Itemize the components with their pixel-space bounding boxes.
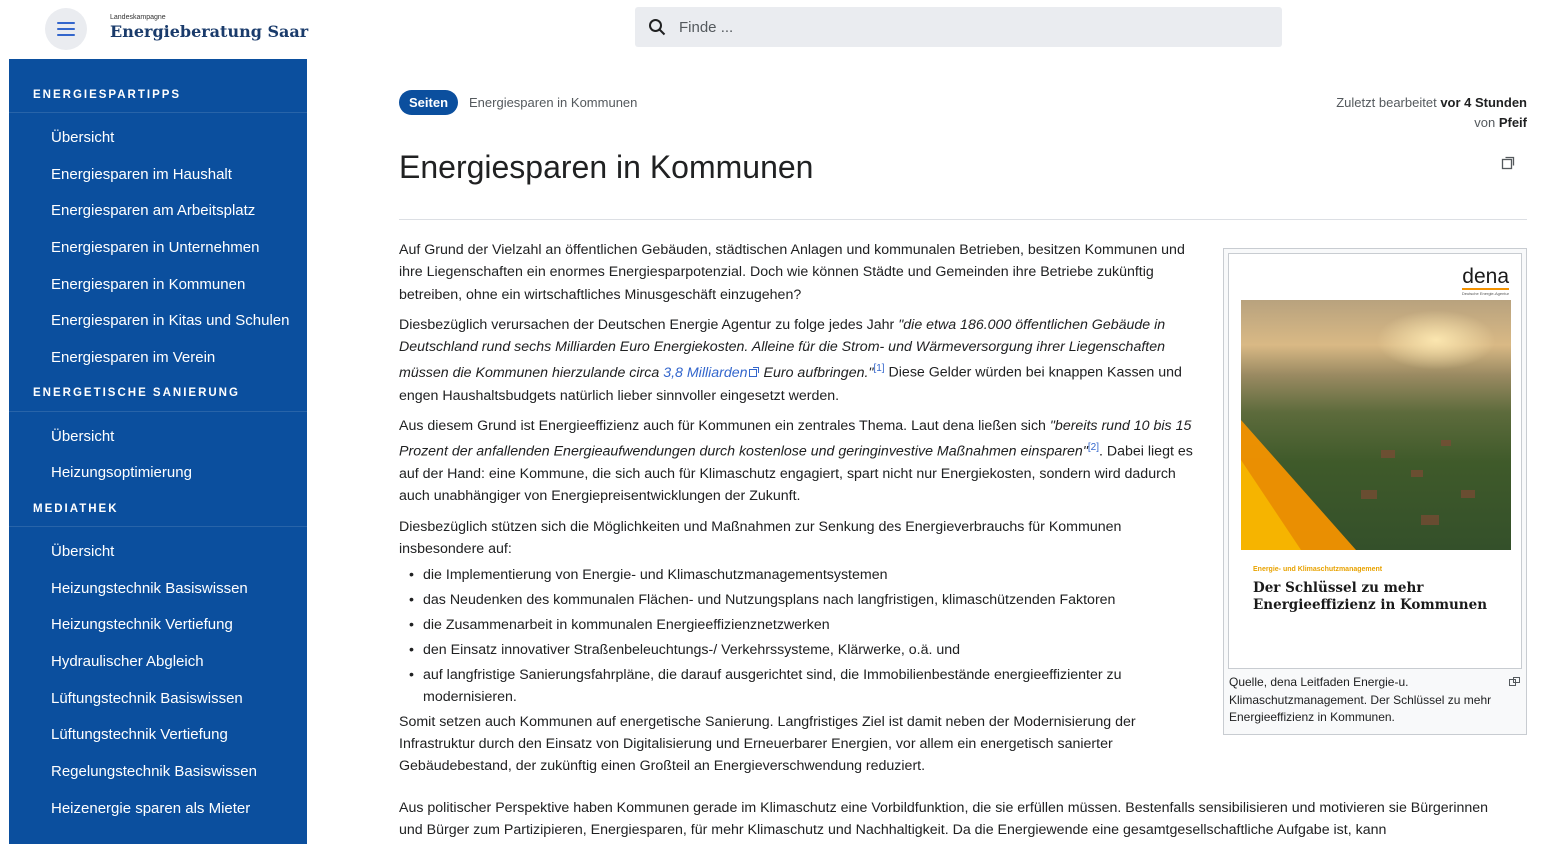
list-item: den Einsatz innovativer Straßenbeleuchtu… — [409, 639, 1199, 662]
section-energetische-sanierung: ENERGETISCHE SANIERUNG — [9, 376, 307, 412]
external-link-icon — [748, 367, 759, 378]
cover-title-line-2: Energieeffizienz in Kommunen — [1253, 597, 1488, 613]
list-item: die Implementierung von Energie- und Kli… — [409, 564, 1199, 587]
nav-energiesparen-arbeitsplatz[interactable]: Energiesparen am Arbeitsplatz — [9, 192, 307, 229]
p2-text-a: Diesbezüglich verursachen der Deutschen … — [399, 316, 899, 333]
sidebar: ENERGIESPARTIPPS Übersicht Energiesparen… — [9, 59, 307, 844]
nav-heizungstechnik-vertiefung[interactable]: Heizungstechnik Vertiefung — [9, 607, 307, 644]
nav-energiesparen-kitas-schulen[interactable]: Energiesparen in Kitas und Schulen — [9, 302, 307, 339]
section-energiespartipps: ENERGIESPARTIPPS — [9, 77, 307, 113]
top-bar: Landeskampagne Energieberatung Saar — [0, 0, 1549, 59]
namespace-badge[interactable]: Seiten — [399, 90, 459, 115]
edited-time[interactable]: vor 4 Stunden — [1440, 95, 1527, 110]
nav-lueftungstechnik-basiswissen[interactable]: Lüftungstechnik Basiswissen — [9, 680, 307, 717]
nav-heizungstechnik-basiswissen[interactable]: Heizungstechnik Basiswissen — [9, 570, 307, 607]
reference-1[interactable]: [1] — [873, 363, 884, 374]
nav-hydraulischer-abgleich[interactable]: Hydraulischer Abgleich — [9, 643, 307, 680]
section-mediathek: MEDIATHEK — [9, 491, 307, 528]
dena-logo-sub: Deutsche Energie-Agentur — [1461, 291, 1509, 296]
expand-icon[interactable] — [1501, 156, 1515, 175]
nav-mediathek-uebersicht[interactable]: Übersicht — [9, 533, 307, 570]
cover-title-line-1: Der Schlüssel zu mehr — [1253, 580, 1424, 596]
edited-by-user[interactable]: Pfeif — [1499, 115, 1527, 130]
list-item: das Neudenken des kommunalen Flächen- un… — [409, 589, 1199, 612]
title-divider — [399, 219, 1527, 220]
logo-title: Energieberatung Saar — [110, 22, 309, 41]
link-3-8-milliarden[interactable]: 3,8 Milliarden — [663, 365, 747, 381]
nav-heizenergie-mieter[interactable]: Heizenergie sparen als Mieter — [9, 790, 307, 827]
nav-regelungstechnik-basiswissen[interactable]: Regelungstechnik Basiswissen — [9, 753, 307, 790]
menu-button[interactable] — [45, 8, 87, 50]
p3-text-a: Aus diesem Grund ist Energieeffizienz au… — [399, 417, 1050, 434]
nav-energiesparen-haushalt[interactable]: Energiesparen im Haushalt — [9, 156, 307, 193]
reference-2[interactable]: [2] — [1088, 442, 1099, 453]
paragraph-1: Auf Grund der Vielzahl an öffentlichen G… — [399, 242, 1185, 303]
search-bar[interactable] — [635, 7, 1282, 47]
article-body: Auf Grund der Vielzahl an öffentlichen G… — [399, 239, 1199, 786]
thumbnail-figure: dena Deutsche Energie-Agentur Energie- u… — [1223, 248, 1527, 735]
cover-title: Der Schlüssel zu mehr Energieeffizienz i… — [1253, 580, 1487, 614]
edited-prefix: Zuletzt bearbeitet — [1336, 95, 1437, 110]
breadcrumb: Energiesparen in Kommunen — [469, 95, 638, 110]
aerial-photo — [1241, 300, 1511, 550]
site-logo[interactable]: Landeskampagne Energieberatung Saar — [110, 14, 308, 42]
list-item: die Zusammenarbeit in kommunalen Energie… — [409, 614, 1199, 637]
search-input[interactable] — [679, 18, 1239, 36]
nav-energiesparen-kommunen[interactable]: Energiesparen in Kommunen — [9, 266, 307, 303]
dena-logo: dena — [1462, 265, 1509, 290]
edited-by-prefix: von — [1474, 115, 1496, 130]
measures-list: die Implementierung von Energie- und Kli… — [409, 564, 1199, 708]
main-content: Seiten Energiesparen in Kommunen Zuletzt… — [399, 59, 1527, 844]
hamburger-icon — [57, 22, 75, 36]
cover-image[interactable]: dena Deutsche Energie-Agentur Energie- u… — [1228, 253, 1522, 669]
search-icon[interactable] — [635, 18, 679, 36]
paragraph-5: Somit setzen auch Kommunen auf energetis… — [399, 713, 1136, 775]
page-title: Energiesparen in Kommunen — [399, 149, 814, 185]
nav-energiesparen-verein[interactable]: Energiesparen im Verein — [9, 339, 307, 376]
figure-caption: Quelle, dena Leitfaden Energie-u. Klimas… — [1229, 675, 1492, 724]
paragraph-3: Aus diesem Grund ist Energieeffizienz au… — [399, 415, 1199, 508]
p2-quote-end: Euro aufbringen." — [759, 365, 874, 382]
list-item: auf langfristige Sanierungsfahrpläne, di… — [409, 664, 1199, 709]
logo-subtitle: Landeskampagne — [110, 14, 166, 21]
paragraph-2: Diesbezüglich verursachen der Deutschen … — [399, 314, 1199, 407]
cover-subtitle: Energie- und Klimaschutzmanagement — [1253, 566, 1383, 573]
nav-sanierung-uebersicht[interactable]: Übersicht — [9, 418, 307, 455]
last-edited: Zuletzt bearbeitet vor 4 Stunden von Pfe… — [1336, 93, 1527, 133]
paragraph-4: Diesbezüglich stützen sich die Möglichke… — [399, 518, 1122, 558]
nav-uebersicht[interactable]: Übersicht — [9, 119, 307, 156]
nav-energiesparen-unternehmen[interactable]: Energiesparen in Unternehmen — [9, 229, 307, 266]
nav-lueftungstechnik-vertiefung[interactable]: Lüftungstechnik Vertiefung — [9, 717, 307, 754]
paragraph-6: Aus politischer Perspektive haben Kommun… — [399, 800, 1489, 839]
nav-heizungsoptimierung[interactable]: Heizungsoptimierung — [9, 455, 307, 492]
